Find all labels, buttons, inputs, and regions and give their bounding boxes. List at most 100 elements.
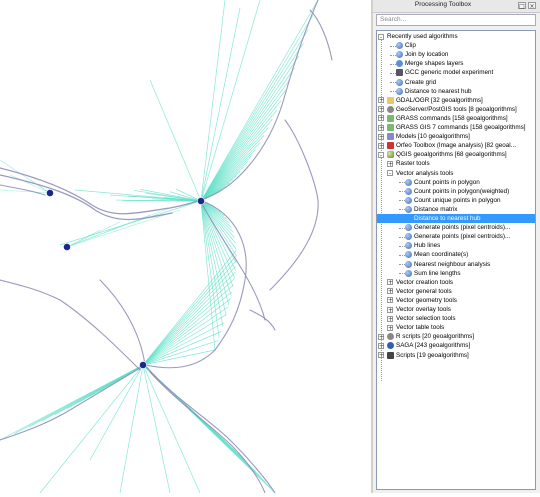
tree-item[interactable]: Raster tools (396, 159, 430, 168)
tree-item[interactable]: Generate points (pixel centroids)... (414, 232, 510, 241)
expand-toggle[interactable]: + (378, 334, 384, 340)
road-line (0, 280, 140, 370)
models-icon (387, 133, 394, 140)
expand-toggle[interactable]: + (387, 307, 393, 313)
tree-item[interactable]: Orfeo Toolbox (Image analysis) [82 geoal… (396, 141, 516, 150)
collapse-toggle[interactable]: - (378, 152, 384, 158)
tree-item[interactable]: Count points in polygon (414, 178, 480, 187)
tree-item[interactable]: Vector selection tools (396, 314, 456, 323)
provider-icon (387, 106, 394, 113)
tree-item[interactable]: Count points in polygon(weighted) (414, 187, 509, 196)
road-line (270, 120, 318, 290)
tree-item[interactable]: Models [10 geoalgorithms] (396, 132, 470, 141)
gear-icon (405, 206, 412, 213)
hub-line (143, 278, 234, 365)
tree-item[interactable]: Vector geometry tools (396, 296, 457, 305)
expand-toggle[interactable]: + (387, 316, 393, 322)
tree-item[interactable]: Mean coordinate(s) (414, 250, 468, 259)
tree-connector (381, 36, 382, 381)
tree-item[interactable]: Merge shapes layers (405, 59, 463, 68)
hub-line (40, 365, 143, 493)
tree-item[interactable]: Create grid (405, 78, 436, 87)
algorithm-tree[interactable]: -Recently used algorithmsClipJoin by loc… (376, 30, 536, 490)
tree-item[interactable]: Join by location (405, 50, 448, 59)
tree-item[interactable]: Nearest neighbour analysis (414, 260, 490, 269)
hub-point[interactable] (46, 189, 53, 196)
panel-titlebar[interactable]: Processing Toolbox □ × (373, 0, 540, 13)
hub-line (201, 80, 290, 201)
tree-item[interactable]: Distance to nearest hub (377, 214, 535, 223)
merge-icon (396, 60, 403, 67)
float-button[interactable]: □ (518, 2, 526, 9)
expand-toggle[interactable]: + (378, 115, 384, 121)
tree-item[interactable]: Vector general tools (396, 287, 452, 296)
tree-item[interactable]: Vector table tools (396, 323, 444, 332)
tree-item[interactable]: Vector creation tools (396, 278, 453, 287)
tree-item[interactable]: Vector analysis tools (396, 169, 453, 178)
expand-toggle[interactable]: + (387, 288, 393, 294)
gear-icon (396, 79, 403, 86)
expand-toggle[interactable]: + (387, 297, 393, 303)
hub-line (143, 299, 230, 365)
expand-toggle[interactable]: + (378, 106, 384, 112)
expand-toggle[interactable]: + (378, 343, 384, 349)
tree-item[interactable]: QGIS geoalgorithms [68 geoalgorithms] (396, 150, 507, 159)
gear-icon (396, 51, 403, 58)
expand-toggle[interactable]: + (378, 134, 384, 140)
hub-line (0, 365, 143, 440)
hub-line (201, 128, 268, 201)
hub-line (143, 261, 236, 365)
tree-item[interactable]: GeoServer/PostGIS tools [8 geoalgorithms… (396, 105, 517, 114)
tree-item[interactable]: Distance matrix (414, 205, 457, 214)
tree-item[interactable]: GRASS commands [158 geoalgorithms] (396, 114, 508, 123)
gear-icon (405, 179, 412, 186)
tree-item[interactable]: R scripts [20 geoalgorithms] (396, 332, 474, 341)
tree-item[interactable]: Clip (405, 41, 416, 50)
expand-toggle[interactable]: + (378, 97, 384, 103)
expand-toggle[interactable]: + (387, 279, 393, 285)
hub-line (201, 68, 294, 201)
provider-icon (387, 333, 394, 340)
hub-point[interactable] (139, 361, 146, 368)
search-input[interactable]: Search... (376, 14, 536, 26)
tree-item[interactable]: SAGA [243 geoalgorithms] (396, 341, 470, 350)
gear-icon (405, 233, 412, 240)
hub-point[interactable] (63, 243, 70, 250)
tree-item[interactable]: GCC generic model experiment (405, 68, 493, 77)
tree-item[interactable]: GRASS GIS 7 commands [158 geoalgorithms] (396, 123, 526, 132)
tree-item[interactable]: Scripts [19 geoalgorithms] (396, 351, 469, 360)
close-button[interactable]: × (528, 2, 536, 9)
qgis-icon (387, 151, 394, 158)
gear-icon (405, 197, 412, 204)
hub-point[interactable] (197, 197, 204, 204)
hub-line (201, 15, 313, 201)
hub-line (201, 201, 229, 305)
map-canvas[interactable] (0, 0, 371, 493)
hub-line (143, 250, 236, 365)
hub-line (67, 215, 150, 247)
tree-item[interactable]: Sum line lengths (414, 269, 461, 278)
gear-icon (405, 242, 412, 249)
expand-toggle[interactable]: + (387, 161, 393, 167)
road-line (150, 372, 265, 493)
collapse-toggle[interactable]: - (378, 34, 384, 40)
tree-item[interactable]: Hub lines (414, 241, 440, 250)
tree-item[interactable]: Distance to nearest hub (405, 87, 472, 96)
tree-item[interactable]: GDAL/OGR [32 geoalgorithms] (396, 96, 483, 105)
gear-icon (405, 261, 412, 268)
expand-toggle[interactable]: + (378, 125, 384, 131)
hub-line (143, 365, 170, 493)
hub-line (201, 91, 285, 201)
expand-toggle[interactable]: + (378, 352, 384, 358)
hub-line (143, 365, 200, 493)
tree-item[interactable]: Count unique points in polygon (414, 196, 500, 205)
hub-line (150, 80, 201, 201)
hub-line (143, 292, 232, 365)
tree-item[interactable]: Recently used algorithms (387, 32, 458, 41)
expand-toggle[interactable]: + (387, 325, 393, 331)
orfeo-icon (387, 142, 394, 149)
tree-item[interactable]: Generate points (pixel centroids)... (414, 223, 510, 232)
expand-toggle[interactable]: + (378, 143, 384, 149)
collapse-toggle[interactable]: - (387, 170, 393, 176)
tree-item[interactable]: Vector overlay tools (396, 305, 451, 314)
